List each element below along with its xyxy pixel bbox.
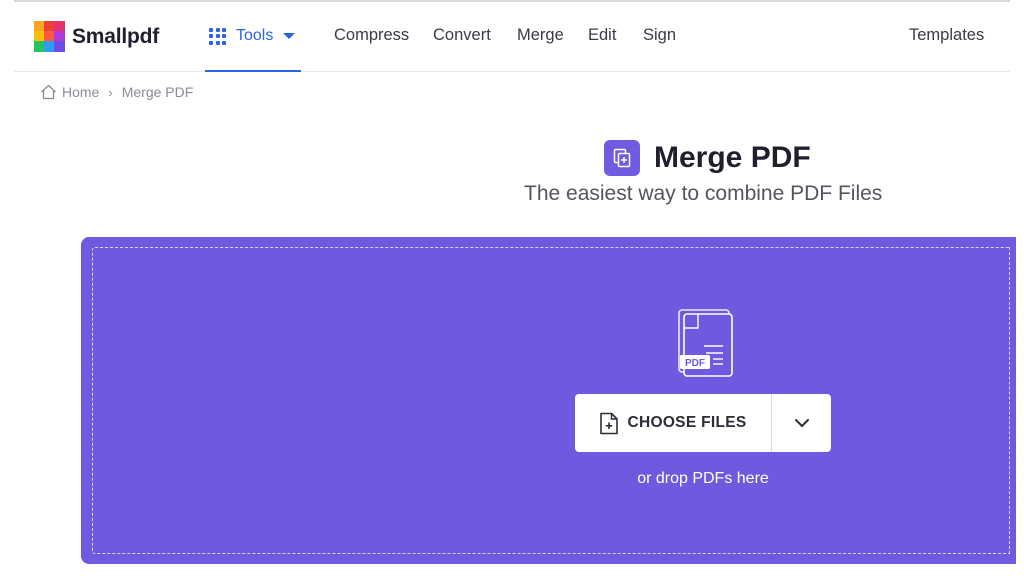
choose-files-label: CHOOSE FILES [627,414,747,431]
tools-menu-button[interactable]: Tools [205,2,301,72]
choose-files-button[interactable]: CHOOSE FILES [575,394,772,452]
top-navbar: Smallpdf Tools Compress Convert Merge Ed… [14,2,1010,72]
merge-icon [604,140,640,176]
nav-link-edit[interactable]: Edit [588,26,616,45]
caret-down-icon [283,33,296,39]
smallpdf-logo-icon [34,21,65,52]
drop-hint: or drop PDFs here [637,470,769,487]
breadcrumb-current: Merge PDF [121,84,194,100]
pdf-badge-text: PDF [685,358,705,369]
file-dropzone[interactable]: PDF CHOOSE FILES or drop PDFs here [81,237,1016,564]
nav-link-sign[interactable]: Sign [643,26,676,45]
choose-files-group: CHOOSE FILES [575,394,831,452]
nav-link-compress[interactable]: Compress [334,26,409,45]
page-title-row: Merge PDF [604,140,811,176]
pdf-files-icon: PDF [678,309,733,377]
nav-link-templates[interactable]: Templates [909,26,984,45]
dropzone-dashed-border [92,247,1010,554]
choose-source-dropdown[interactable] [772,394,831,452]
breadcrumb: Home › Merge PDF [40,84,193,100]
breadcrumb-home[interactable]: Home [62,84,99,100]
tools-label: Tools [236,27,274,44]
home-icon [41,84,56,100]
nav-link-merge[interactable]: Merge [517,26,564,45]
breadcrumb-separator: › [108,84,113,100]
nav-link-convert[interactable]: Convert [433,26,491,45]
brand-name: Smallpdf [72,24,160,48]
page-subtitle: The easiest way to combine PDF Files [524,182,883,205]
page-title: Merge PDF [654,141,811,174]
file-add-icon [600,412,619,434]
grid-icon [209,27,226,45]
chevron-down-icon [794,419,809,427]
brand-logo[interactable]: Smallpdf [34,21,159,52]
